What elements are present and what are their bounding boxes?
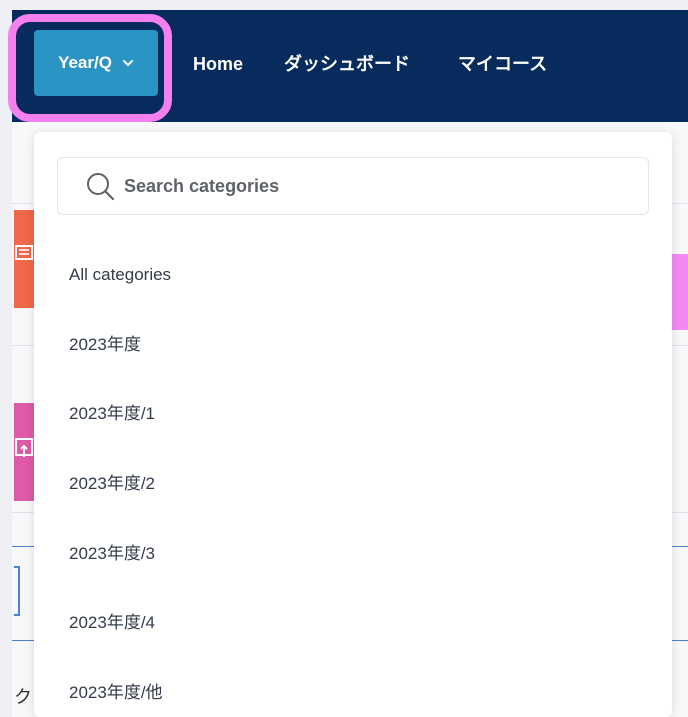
top-navbar: Year/Q Home ダッシュボード マイコース (12, 10, 688, 122)
category-item[interactable]: 2023年度 (69, 333, 141, 357)
nav-my-courses-link[interactable]: マイコース (458, 50, 547, 78)
search-box (57, 157, 649, 215)
category-item[interactable]: 2023年度/2 (69, 472, 155, 496)
search-categories-input[interactable] (124, 175, 604, 197)
year-quarter-label: Year/Q (58, 53, 112, 72)
category-item[interactable]: 2023年度/4 (69, 611, 155, 635)
category-item-all[interactable]: All categories (69, 263, 171, 287)
category-item[interactable]: 2023年度/1 (69, 402, 155, 426)
nav-dashboard-link[interactable]: ダッシュボード (284, 50, 410, 78)
category-item[interactable]: 2023年度/他 (69, 681, 163, 705)
input-fragment (14, 566, 20, 616)
category-dropdown: All categories 2023年度 2023年度/1 2023年度/2 … (34, 132, 672, 717)
activity-tile-orange (14, 210, 34, 308)
nav-home-link[interactable]: Home (193, 50, 243, 78)
chevron-down-icon (122, 60, 133, 66)
category-item[interactable]: 2023年度/3 (69, 542, 155, 566)
year-quarter-button[interactable]: Year/Q (34, 30, 158, 96)
forum-icon (15, 245, 33, 260)
activity-tile-pink (14, 403, 34, 501)
upload-icon (15, 438, 33, 457)
search-icon (87, 173, 115, 201)
background-text: ク (14, 687, 32, 707)
